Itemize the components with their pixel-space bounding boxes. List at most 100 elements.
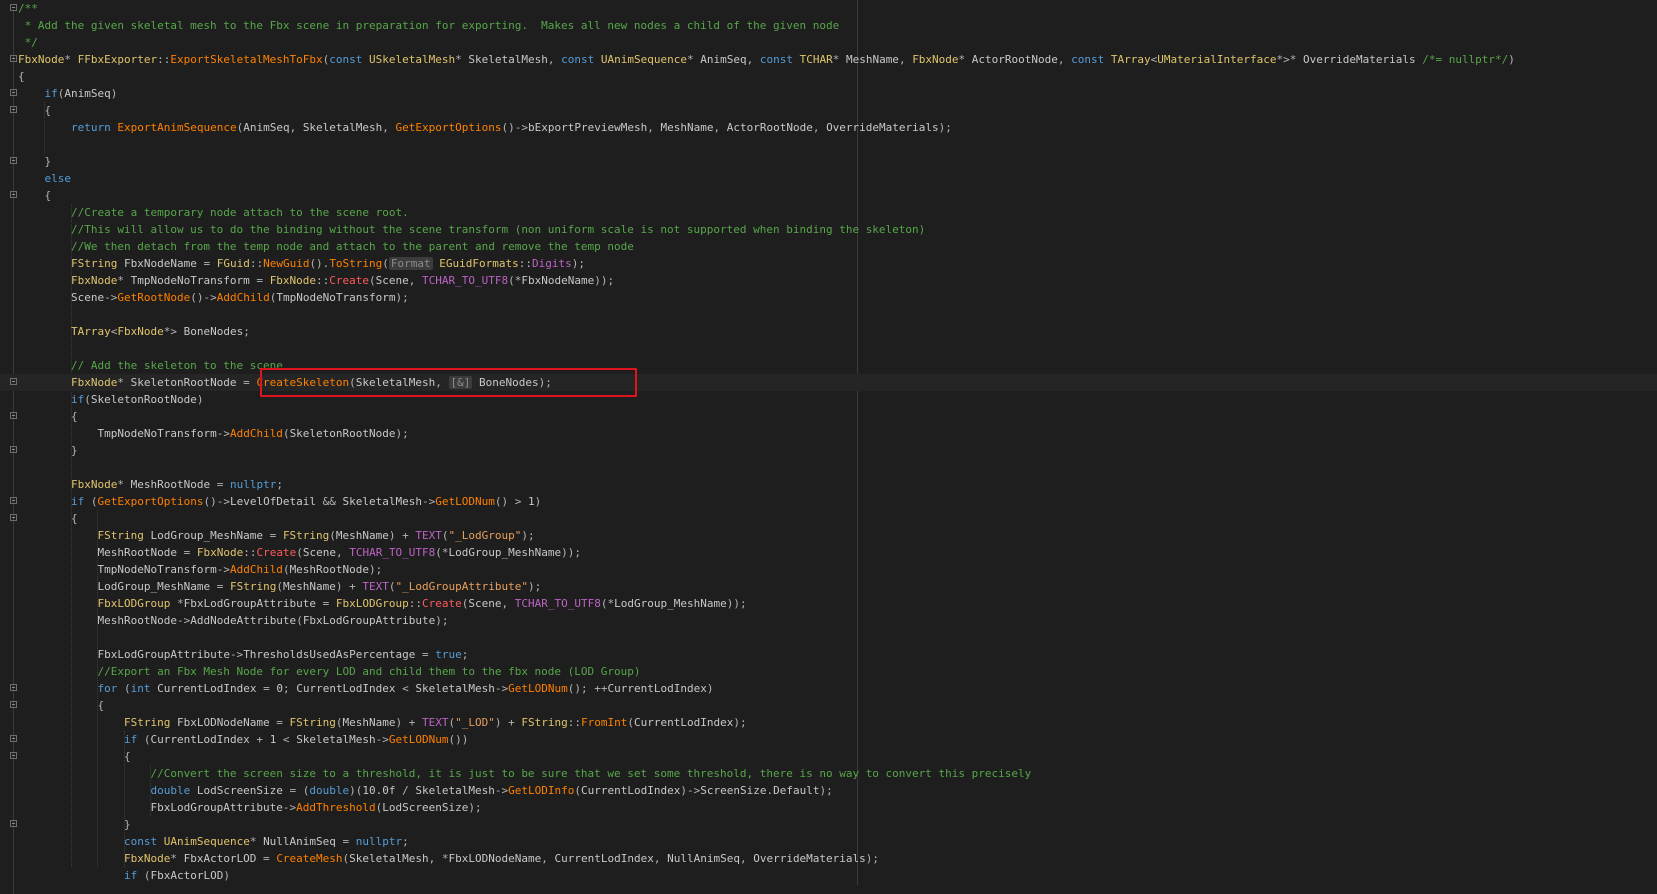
code-text: FString FbxNodeName = FGuid::NewGuid().T… xyxy=(70,257,586,270)
code-line[interactable]: FbxLodGroupAttribute->ThresholdsUsedAsPe… xyxy=(0,646,1657,663)
code-text: { xyxy=(18,104,52,117)
code-text: MeshRootNode->AddNodeAttribute(FbxLodGro… xyxy=(97,614,449,627)
code-text: } xyxy=(18,444,78,457)
code-line[interactable] xyxy=(0,459,1657,476)
code-line[interactable] xyxy=(0,306,1657,323)
code-line[interactable]: MeshRootNode = FbxNode::Create(Scene, TC… xyxy=(0,544,1657,561)
code-text: { xyxy=(18,70,25,83)
code-text: MeshRootNode = FbxNode::Create(Scene, TC… xyxy=(97,546,582,559)
code-text: if (GetExportOptions()->LevelOfDetail &&… xyxy=(70,495,542,508)
code-line[interactable]: TmpNodeNoTransform->AddChild(SkeletonRoo… xyxy=(0,425,1657,442)
code-line[interactable]: */ xyxy=(0,34,1657,51)
code-line[interactable]: FString LodGroup_MeshName = FString(Mesh… xyxy=(0,527,1657,544)
fold-toggle-icon[interactable] xyxy=(10,701,17,708)
code-line[interactable]: { xyxy=(0,102,1657,119)
code-line[interactable]: if(SkeletonRootNode) xyxy=(0,391,1657,408)
fold-toggle-icon[interactable] xyxy=(10,752,17,759)
code-text: FbxNode* MeshRootNode = nullptr; xyxy=(70,478,283,491)
fold-toggle-icon[interactable] xyxy=(10,684,17,691)
code-line[interactable]: { xyxy=(0,697,1657,714)
code-editor[interactable]: /** * Add the given skeletal mesh to the… xyxy=(0,0,1657,894)
code-line[interactable]: if (FbxActorLOD) xyxy=(0,867,1657,884)
highlight-box xyxy=(260,368,637,397)
code-line[interactable]: MeshRootNode->AddNodeAttribute(FbxLodGro… xyxy=(0,612,1657,629)
code-text: { xyxy=(18,699,105,712)
code-line[interactable]: FbxNode* FFbxExporter::ExportSkeletalMes… xyxy=(0,51,1657,68)
code-line[interactable]: //We then detach from the temp node and … xyxy=(0,238,1657,255)
code-line[interactable]: FbxNode* MeshRootNode = nullptr; xyxy=(0,476,1657,493)
fold-toggle-icon[interactable] xyxy=(10,820,17,827)
fold-toggle-icon[interactable] xyxy=(10,89,17,96)
fold-toggle-icon[interactable] xyxy=(10,55,17,62)
code-line[interactable]: FString FbxNodeName = FGuid::NewGuid().T… xyxy=(0,255,1657,272)
fold-toggle-icon[interactable] xyxy=(10,191,17,198)
code-line[interactable]: const UAnimSequence* NullAnimSeq = nullp… xyxy=(0,833,1657,850)
code-text: TmpNodeNoTransform->AddChild(MeshRootNod… xyxy=(97,563,383,576)
code-text: //Export an Fbx Mesh Node for every LOD … xyxy=(18,665,641,678)
code-line[interactable]: { xyxy=(0,510,1657,527)
fold-toggle-icon[interactable] xyxy=(10,446,17,453)
code-text: FbxNode* TmpNodeNoTransform = FbxNode::C… xyxy=(70,274,615,287)
code-text: if(SkeletonRootNode) xyxy=(70,393,204,406)
code-line[interactable]: } xyxy=(0,442,1657,459)
code-line[interactable]: } xyxy=(0,816,1657,833)
fold-toggle-icon[interactable] xyxy=(10,378,17,385)
code-line[interactable]: FString FbxLODNodeName = FString(MeshNam… xyxy=(0,714,1657,731)
code-line[interactable]: /** xyxy=(0,0,1657,17)
code-line[interactable]: { xyxy=(0,68,1657,85)
code-line[interactable]: FbxLODGroup *FbxLodGroupAttribute = FbxL… xyxy=(0,595,1657,612)
fold-toggle-icon[interactable] xyxy=(10,735,17,742)
code-text: //Create a temporary node attach to the … xyxy=(18,206,409,219)
code-text: /** xyxy=(18,2,38,15)
code-line[interactable]: * Add the given skeletal mesh to the Fbx… xyxy=(0,17,1657,34)
code-line[interactable]: // Add the skeleton to the scene xyxy=(0,357,1657,374)
code-text: FbxLodGroupAttribute->AddThreshold(LodSc… xyxy=(150,801,482,814)
code-text: * Add the given skeletal mesh to the Fbx… xyxy=(18,19,840,32)
code-text: // Add the skeleton to the scene xyxy=(18,359,283,372)
code-text: } xyxy=(18,155,52,168)
fold-toggle-icon[interactable] xyxy=(10,106,17,113)
code-line[interactable]: //This will allow us to do the binding w… xyxy=(0,221,1657,238)
fold-toggle-icon[interactable] xyxy=(10,412,17,419)
code-line[interactable]: FbxLodGroupAttribute->AddThreshold(LodSc… xyxy=(0,799,1657,816)
code-text: else xyxy=(44,172,72,185)
code-line[interactable]: //Export an Fbx Mesh Node for every LOD … xyxy=(0,663,1657,680)
code-line[interactable]: { xyxy=(0,748,1657,765)
code-text: return ExportAnimSequence(AnimSeq, Skele… xyxy=(70,121,952,134)
code-line[interactable]: for (int CurrentLodIndex = 0; CurrentLod… xyxy=(0,680,1657,697)
fold-toggle-icon[interactable] xyxy=(10,514,17,521)
code-text: Scene->GetRootNode()->AddChild(TmpNodeNo… xyxy=(70,291,409,304)
code-line[interactable]: double LodScreenSize = (double)(10.0f / … xyxy=(0,782,1657,799)
code-line[interactable]: FbxNode* SkeletonRootNode = CreateSkelet… xyxy=(0,374,1657,391)
code-line[interactable]: TmpNodeNoTransform->AddChild(MeshRootNod… xyxy=(0,561,1657,578)
code-line[interactable]: //Convert the screen size to a threshold… xyxy=(0,765,1657,782)
code-text: for (int CurrentLodIndex = 0; CurrentLod… xyxy=(97,682,714,695)
code-text: */ xyxy=(18,36,38,49)
code-line[interactable]: if (GetExportOptions()->LevelOfDetail &&… xyxy=(0,493,1657,510)
code-line[interactable]: LodGroup_MeshName = FString(MeshName) + … xyxy=(0,578,1657,595)
code-line[interactable]: //Create a temporary node attach to the … xyxy=(0,204,1657,221)
code-line[interactable]: if(AnimSeq) xyxy=(0,85,1657,102)
code-line[interactable]: FbxNode* TmpNodeNoTransform = FbxNode::C… xyxy=(0,272,1657,289)
fold-toggle-icon[interactable] xyxy=(10,157,17,164)
code-line[interactable] xyxy=(0,136,1657,153)
code-line[interactable]: { xyxy=(0,408,1657,425)
code-text: const UAnimSequence* NullAnimSeq = nullp… xyxy=(123,835,409,848)
code-text: { xyxy=(18,512,78,525)
code-line[interactable]: } xyxy=(0,153,1657,170)
code-line[interactable] xyxy=(0,629,1657,646)
code-line[interactable]: else xyxy=(0,170,1657,187)
code-line[interactable]: if (CurrentLodIndex + 1 < SkeletalMesh->… xyxy=(0,731,1657,748)
code-line[interactable]: TArray<FbxNode*> BoneNodes; xyxy=(0,323,1657,340)
code-line[interactable]: { xyxy=(0,187,1657,204)
fold-toggle-icon[interactable] xyxy=(10,497,17,504)
fold-toggle-icon[interactable] xyxy=(10,4,17,11)
code-line[interactable]: Scene->GetRootNode()->AddChild(TmpNodeNo… xyxy=(0,289,1657,306)
code-text: if (FbxActorLOD) xyxy=(123,869,230,882)
code-text: double LodScreenSize = (double)(10.0f / … xyxy=(150,784,833,797)
code-line[interactable]: return ExportAnimSequence(AnimSeq, Skele… xyxy=(0,119,1657,136)
code-text: FString FbxLODNodeName = FString(MeshNam… xyxy=(123,716,747,729)
code-line[interactable]: FbxNode* FbxActorLOD = CreateMesh(Skelet… xyxy=(0,850,1657,867)
code-line[interactable] xyxy=(0,340,1657,357)
code-text: FbxLodGroupAttribute->ThresholdsUsedAsPe… xyxy=(97,648,469,661)
